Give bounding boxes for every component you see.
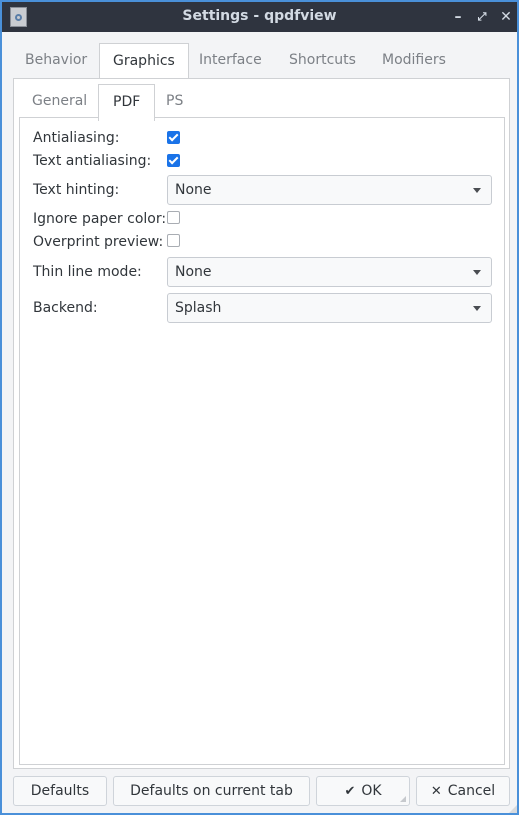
tab-modifiers[interactable]: Modifiers: [369, 43, 459, 78]
thin-line-mode-select[interactable]: None: [167, 257, 492, 287]
antialiasing-label: Antialiasing:: [33, 130, 120, 146]
close-icon: ✕: [500, 9, 512, 25]
text-hinting-select[interactable]: None: [167, 175, 492, 205]
text-antialiasing-label: Text antialiasing:: [33, 153, 152, 169]
settings-dialog: Settings - qpdfview – ⤢ ✕ Behavior Graph…: [0, 0, 519, 815]
overprint-preview-checkbox[interactable]: [167, 234, 180, 247]
text-hinting-value: None: [175, 182, 212, 198]
chevron-down-icon: [473, 270, 481, 275]
ignore-paper-color-label: Ignore paper color:: [33, 211, 167, 227]
backend-value: Splash: [175, 300, 222, 316]
minimize-icon: –: [454, 9, 462, 25]
defaults-on-current-tab-button[interactable]: Defaults on current tab: [113, 776, 310, 806]
chevron-down-icon: [473, 306, 481, 311]
cancel-button-label: Cancel: [447, 783, 496, 799]
close-button[interactable]: ✕: [496, 7, 516, 27]
subtab-ps[interactable]: PS: [152, 84, 197, 119]
tab-interface[interactable]: Interface: [186, 43, 275, 78]
text-antialiasing-checkbox[interactable]: [167, 154, 180, 167]
maximize-icon: ⤢: [477, 10, 487, 23]
minimize-button[interactable]: –: [448, 7, 468, 27]
overprint-preview-label: Overprint preview:: [33, 234, 164, 250]
ok-button-label: OK: [361, 783, 382, 799]
cancel-button[interactable]: ✕ Cancel: [416, 776, 510, 806]
tab-graphics[interactable]: Graphics: [99, 43, 189, 80]
settings-tabbar: Behavior Graphics Interface Shortcuts Mo…: [12, 43, 509, 80]
backend-label: Backend:: [33, 300, 98, 316]
subtab-pdf[interactable]: PDF: [98, 84, 156, 121]
chevron-down-icon: [473, 188, 481, 193]
graphics-tab-pane: Antialiasing: Text antialiasing: Text hi…: [13, 78, 510, 769]
tab-shortcuts[interactable]: Shortcuts: [276, 43, 369, 78]
subtab-general[interactable]: General: [18, 84, 101, 119]
defaults-on-current-tab-label: Defaults on current tab: [130, 783, 293, 799]
backend-select[interactable]: Splash: [167, 293, 492, 323]
text-hinting-label: Text hinting:: [33, 182, 120, 198]
window-title: Settings - qpdfview: [182, 8, 337, 24]
checkmark-icon: ✔: [344, 784, 356, 799]
tab-behavior[interactable]: Behavior: [12, 43, 100, 78]
defaults-button[interactable]: Defaults: [13, 776, 107, 806]
ignore-paper-color-checkbox[interactable]: [167, 211, 180, 224]
antialiasing-checkbox[interactable]: [167, 131, 180, 144]
ok-button[interactable]: ✔ OK: [316, 776, 410, 806]
default-button-indicator: [400, 796, 406, 802]
thin-line-mode-value: None: [175, 264, 212, 280]
maximize-button[interactable]: ⤢: [472, 7, 492, 27]
thin-line-mode-label: Thin line mode:: [33, 264, 142, 280]
pdf-settings-pane: Antialiasing: Text antialiasing: Text hi…: [19, 117, 505, 765]
cancel-x-icon: ✕: [430, 784, 442, 799]
title-bar[interactable]: Settings - qpdfview – ⤢ ✕: [2, 2, 517, 32]
defaults-button-label: Defaults: [30, 783, 90, 799]
resize-grip[interactable]: [509, 805, 517, 813]
